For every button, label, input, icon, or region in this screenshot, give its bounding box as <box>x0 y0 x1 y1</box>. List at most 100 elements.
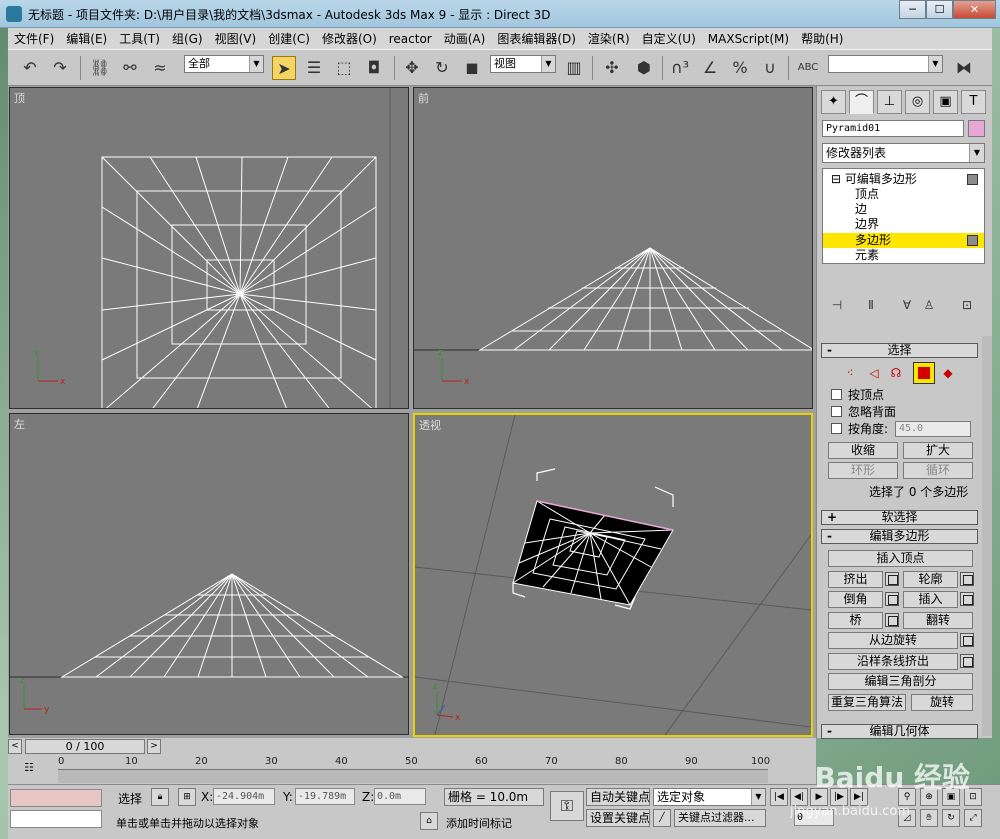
track-bar[interactable]: ☷ 0 10 20 30 40 50 60 70 80 90 100 <box>8 756 816 784</box>
viewport-label-perspective[interactable]: 透视 <box>419 417 441 433</box>
select-and-move-icon[interactable]: ✥ <box>400 56 424 80</box>
ring-button[interactable]: 环形 <box>828 462 898 479</box>
pin-stack-icon[interactable]: ⊣ <box>828 296 846 314</box>
menu-customize[interactable]: 自定义(U) <box>636 30 702 47</box>
viewport-left[interactable]: z y 左 <box>9 413 409 735</box>
hinge-from-edge-button[interactable]: 从边旋转 <box>828 632 958 649</box>
stack-item-editable-poly[interactable]: ⊟ 可编辑多边形 <box>823 172 984 187</box>
key-filters-button[interactable]: 关键点过滤器... <box>674 809 766 827</box>
maximize-viewport-icon[interactable]: ⤢ <box>964 809 982 827</box>
named-selection-dropdown[interactable]: ▼ <box>828 55 943 73</box>
light-bulb-icon[interactable] <box>967 174 978 185</box>
make-unique-icon[interactable]: ∀ <box>898 296 916 314</box>
vertex-mode-icon[interactable]: ⁖ <box>841 364 859 382</box>
extrude-settings-icon[interactable] <box>885 572 899 586</box>
menu-graph-editors[interactable]: 图表编辑器(D) <box>491 30 582 47</box>
motion-tab-icon[interactable]: ◎ <box>905 90 930 114</box>
modifier-list-dropdown[interactable]: 修改器列表 ▼ <box>822 143 985 163</box>
go-to-start-icon[interactable]: |◀ <box>770 788 788 806</box>
edit-named-selection-icon[interactable]: ABC <box>796 56 820 80</box>
spinner-snap-icon[interactable]: ∪ <box>758 56 782 80</box>
redo-icon[interactable]: ↷ <box>48 56 72 80</box>
curve-editor-mini-icon[interactable]: ☷ <box>18 761 40 779</box>
stack-item-vertex[interactable]: 顶点 <box>823 187 984 202</box>
shrink-button[interactable]: 收缩 <box>828 442 898 459</box>
keyboard-shortcut-icon[interactable]: ⬢ <box>632 56 656 80</box>
viewport-label-left[interactable]: 左 <box>14 416 25 432</box>
light-bulb-icon[interactable] <box>967 235 978 246</box>
extrude-spline-settings-icon[interactable] <box>960 654 974 668</box>
extrude-button[interactable]: 挤出 <box>828 571 883 588</box>
key-mode-dropdown[interactable]: 选定对象 ▼ <box>653 788 766 806</box>
hinge-settings-icon[interactable] <box>960 633 974 647</box>
select-by-name-icon[interactable]: ☰ <box>302 56 326 80</box>
time-tag-icon[interactable]: ⌂ <box>420 812 438 830</box>
bridge-settings-icon[interactable] <box>885 613 899 627</box>
menu-reactor[interactable]: reactor <box>383 32 438 46</box>
menu-rendering[interactable]: 渲染(R) <box>582 30 636 47</box>
insert-vertex-button[interactable]: 插入顶点 <box>828 550 973 567</box>
edit-triangulation-button[interactable]: 编辑三角剖分 <box>828 673 973 690</box>
x-coordinate-field[interactable]: -24.904m <box>213 788 275 805</box>
menu-create[interactable]: 创建(C) <box>262 30 316 47</box>
extrude-along-spline-button[interactable]: 沿样条线挤出 <box>828 653 958 670</box>
hierarchy-tab-icon[interactable]: ⊥ <box>877 90 902 114</box>
modify-tab-icon[interactable]: ⌒ <box>849 90 874 114</box>
by-vertex-checkbox[interactable]: 按顶点 <box>831 386 884 402</box>
y-coordinate-field[interactable]: -19.789m <box>295 788 355 805</box>
bevel-settings-icon[interactable] <box>885 592 899 606</box>
maximize-button[interactable]: ☐ <box>926 0 953 19</box>
utilities-tab-icon[interactable]: T <box>961 90 986 114</box>
rollout-selection[interactable]: - 选择 <box>821 343 978 358</box>
retriangulate-button[interactable]: 重复三角算法 <box>828 694 906 711</box>
ignore-backfacing-checkbox[interactable]: 忽略背面 <box>831 403 896 419</box>
close-button[interactable]: ✕ <box>953 0 996 19</box>
stack-item-element[interactable]: 元素 <box>823 248 984 263</box>
grow-button[interactable]: 扩大 <box>903 442 973 459</box>
menu-help[interactable]: 帮助(H) <box>795 30 849 47</box>
bevel-button[interactable]: 倒角 <box>828 591 883 608</box>
rollout-soft-selection[interactable]: + 软选择 <box>821 510 978 525</box>
bind-space-warp-icon[interactable]: ≈ <box>148 56 172 80</box>
window-crossing-icon[interactable]: ◘ <box>362 56 386 80</box>
track-line[interactable] <box>58 769 768 783</box>
menu-group[interactable]: 组(G) <box>166 30 209 47</box>
menu-animation[interactable]: 动画(A) <box>438 30 492 47</box>
select-and-link-icon[interactable]: ⛓ <box>88 56 112 80</box>
key-icon[interactable]: ⚿ <box>550 791 584 821</box>
display-tab-icon[interactable]: ▣ <box>933 90 958 114</box>
remove-modifier-icon[interactable]: ♙ <box>920 296 938 314</box>
select-and-scale-icon[interactable]: ◼ <box>460 56 484 80</box>
loop-button[interactable]: 循环 <box>903 462 973 479</box>
flip-button[interactable]: 翻转 <box>903 612 973 629</box>
inset-button[interactable]: 插入 <box>903 591 958 608</box>
polygon-mode-icon[interactable] <box>913 362 935 384</box>
show-end-result-icon[interactable]: Ⅱ <box>862 296 880 314</box>
bridge-button[interactable]: 桥 <box>828 612 883 629</box>
percent-snap-icon[interactable]: % <box>728 56 752 80</box>
set-key-button[interactable]: 设置关键点 <box>586 809 650 827</box>
checkbox[interactable] <box>831 405 842 417</box>
z-coordinate-field[interactable]: 0.0m <box>374 788 426 805</box>
command-panel-scrollbar[interactable] <box>982 336 992 736</box>
outline-settings-icon[interactable] <box>960 572 974 586</box>
snaps-toggle-icon[interactable]: ∩³ <box>668 56 692 80</box>
add-time-tag[interactable]: 添加时间标记 <box>446 815 512 831</box>
stack-item-polygon[interactable]: 多边形 <box>823 233 984 248</box>
viewport-perspective[interactable]: z x 透视 <box>413 413 813 737</box>
inset-settings-icon[interactable] <box>960 592 974 606</box>
border-mode-icon[interactable]: ☊ <box>887 364 905 382</box>
rollout-edit-geometry[interactable]: - 编辑几何体 <box>821 724 978 739</box>
auto-key-button[interactable]: 自动关键点 <box>586 788 650 806</box>
select-and-rotate-icon[interactable]: ↻ <box>430 56 454 80</box>
time-slider-thumb[interactable]: 0 / 100 <box>25 739 145 754</box>
selection-filter-dropdown[interactable]: 全部 ▼ <box>184 55 264 73</box>
outline-button[interactable]: 轮廓 <box>903 571 958 588</box>
viewport-top[interactable]: y x 顶 <box>9 87 409 409</box>
create-tab-icon[interactable]: ✦ <box>821 90 846 114</box>
rollout-edit-polygons[interactable]: - 编辑多边形 <box>821 529 978 544</box>
object-color-swatch[interactable] <box>968 120 985 137</box>
viewport-label-top[interactable]: 顶 <box>14 90 25 106</box>
turn-button[interactable]: 旋转 <box>911 694 973 711</box>
arc-rotate-icon[interactable]: ↻ <box>942 809 960 827</box>
